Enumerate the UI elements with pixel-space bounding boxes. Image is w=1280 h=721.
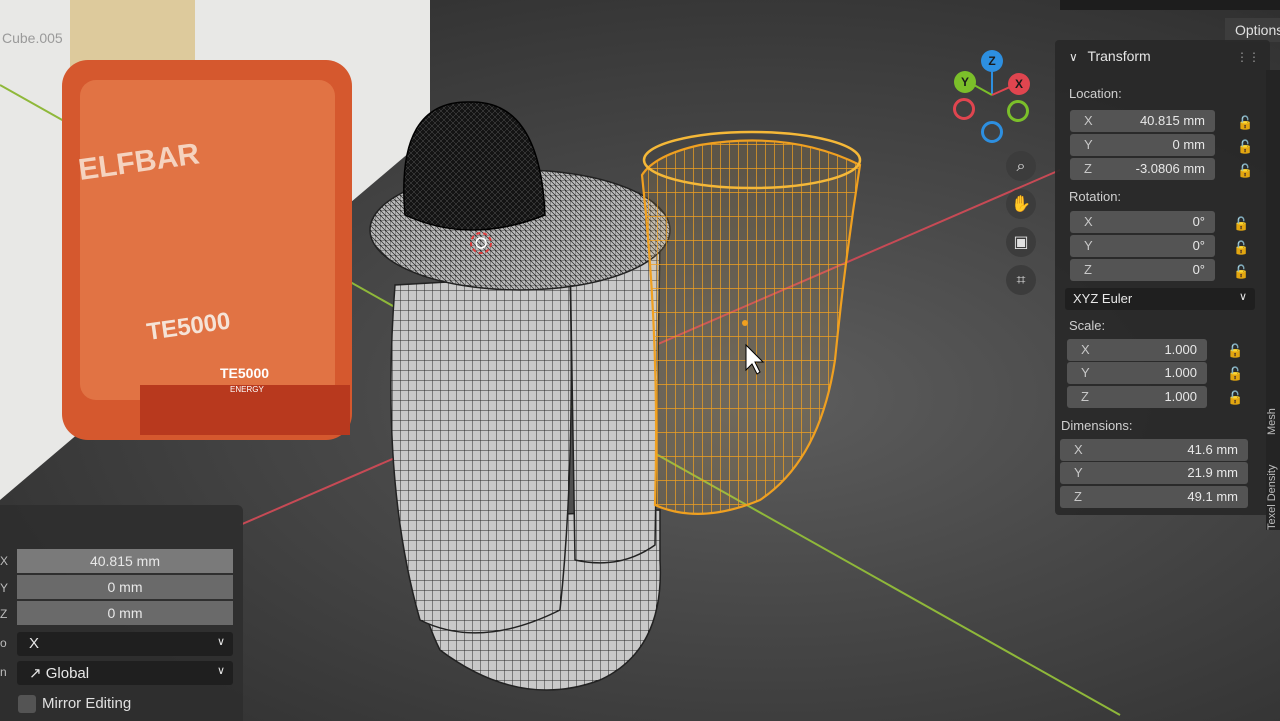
location-z-field[interactable]: Z -3.0806 mm (1070, 158, 1215, 180)
lock-icon[interactable]: 🔓 (1227, 366, 1243, 382)
field-value: 0° (1192, 262, 1205, 277)
field-value: 41.6 mm (1187, 442, 1238, 457)
lock-icon[interactable]: 🔓 (1237, 115, 1253, 131)
transform-header[interactable]: ∨ Transform (1069, 48, 1151, 64)
orientation-dropdown[interactable]: ↗︎ Global ∨ (17, 661, 233, 685)
location-y-field[interactable]: Y 0 mm (1070, 134, 1215, 156)
field-value: 0 mm (1172, 137, 1206, 152)
scale-x-field[interactable]: X 1.000 (1067, 339, 1207, 361)
axis-label: Z (1084, 161, 1092, 176)
field-value: 49.1 mm (1187, 489, 1238, 504)
rotation-label: Rotation: (1069, 189, 1122, 204)
rotation-z-field[interactable]: Z 0° (1070, 259, 1215, 281)
axis-label: Y (1081, 365, 1090, 380)
lock-icon[interactable]: 🔓 (1237, 163, 1253, 179)
redo-x-axis-label: X (0, 554, 9, 568)
selected-wireframe-object[interactable] (640, 130, 862, 515)
scale-y-field[interactable]: Y 1.000 (1067, 362, 1207, 384)
hand-icon[interactable]: ✋ (1006, 189, 1036, 219)
dropdown-value: X (29, 635, 40, 652)
dropdown-value: Global (45, 665, 90, 682)
gizmo-z-axis[interactable]: Z (981, 50, 1003, 72)
location-label: Location: (1069, 86, 1122, 101)
reference-device: ELFBAR TE5000 TE5000 ENERGY (62, 0, 352, 440)
scale-label: Scale: (1069, 318, 1106, 333)
lock-icon[interactable]: 🔓 (1227, 390, 1243, 406)
axis-label: X (1081, 342, 1090, 357)
gizmo-neg-z[interactable] (981, 121, 1003, 143)
chevron-down-icon: ∨ (1238, 291, 1247, 303)
axis-label: Y (1084, 137, 1093, 152)
axis-label: X (1084, 113, 1093, 128)
field-value: 21.9 mm (1187, 465, 1238, 480)
rotation-mode-dropdown[interactable]: XYZ Euler ∨ (1065, 288, 1255, 310)
grid-icon[interactable]: ⌗ (1006, 265, 1036, 295)
axis-label: Z (1084, 262, 1092, 277)
dimensions-x-field[interactable]: X 41.6 mm (1060, 439, 1248, 461)
field-value: 1.000 (1164, 365, 1197, 380)
axis-label: X (1074, 442, 1083, 457)
dimensions-z-field[interactable]: Z 49.1 mm (1060, 486, 1248, 508)
grip-icon[interactable]: ⋮⋮ (1236, 50, 1260, 64)
sidebar-tabs: Mesh Texel Density (1266, 70, 1280, 530)
orientation-label: n (0, 665, 7, 679)
chevron-down-icon: ∨ (216, 636, 225, 648)
location-x-field[interactable]: X 40.815 mm (1070, 110, 1215, 132)
tab-mesh[interactable]: Mesh (1266, 385, 1280, 435)
orientation-value-wrap: ↗︎ Global (29, 664, 89, 682)
field-value: 40.815 mm (1139, 113, 1205, 128)
rotation-x-field[interactable]: X 0° (1070, 211, 1215, 233)
field-value: 1.000 (1164, 342, 1197, 357)
redo-move-x-field[interactable]: 40.815 mm (17, 549, 233, 573)
chevron-down-icon: ∨ (216, 665, 225, 677)
gizmo-x-axis[interactable]: X (1008, 73, 1030, 95)
gizmo-neg-x[interactable] (953, 98, 975, 120)
tab-texel-density[interactable]: Texel Density (1266, 440, 1280, 530)
header-strip (1060, 0, 1280, 10)
gizmo-y-axis[interactable]: Y (954, 71, 976, 93)
zoom-icon[interactable]: ⌕ (1006, 151, 1036, 181)
redo-move-z-field[interactable]: 0 mm (17, 601, 233, 625)
dimensions-label: Dimensions: (1061, 418, 1133, 433)
dimensions-y-field[interactable]: Y 21.9 mm (1060, 462, 1248, 484)
lock-icon[interactable]: 🔓 (1233, 264, 1249, 280)
svg-text:ENERGY: ENERGY (230, 385, 264, 394)
axis-label: Z (1081, 389, 1089, 404)
svg-text:TE5000: TE5000 (220, 365, 269, 381)
options-button[interactable]: Options (1225, 18, 1280, 42)
redo-y-axis-label: Y (0, 581, 9, 595)
mirror-editing-checkbox[interactable] (18, 695, 36, 713)
axis-label: X (1084, 214, 1093, 229)
axis-label: Y (1084, 238, 1093, 253)
camera-icon[interactable]: ▣ (1006, 227, 1036, 257)
redo-z-axis-label: Z (0, 607, 8, 621)
redo-move-y-field[interactable]: 0 mm (17, 575, 233, 599)
lock-icon[interactable]: 🔓 (1237, 139, 1253, 155)
axis-label: Z (1074, 489, 1082, 504)
transform-orientation-icon: ↗︎ (29, 665, 46, 682)
lock-icon[interactable]: 🔓 (1227, 343, 1243, 359)
redo-last-panel: X Y Z 40.815 mm 0 mm 0 mm o X ∨ n ↗︎ Glo… (0, 505, 243, 721)
field-value: 0° (1192, 238, 1205, 253)
transform-panel: ∨ Transform ⋮⋮ Location: X 40.815 mm Y 0… (1055, 40, 1270, 515)
field-value: -3.0806 mm (1135, 161, 1205, 176)
constraint-axis-dropdown[interactable]: X ∨ (17, 632, 233, 656)
lock-icon[interactable]: 🔓 (1233, 216, 1249, 232)
lock-icon[interactable]: 🔓 (1233, 240, 1249, 256)
field-value: 1.000 (1164, 389, 1197, 404)
field-value: 0° (1192, 214, 1205, 229)
transform-title: Transform (1087, 48, 1151, 64)
axis-label: Y (1074, 465, 1083, 480)
rotation-y-field[interactable]: Y 0° (1070, 235, 1215, 257)
constraint-label: o (0, 636, 7, 650)
mesh-object[interactable] (369, 101, 671, 691)
dropdown-value: XYZ Euler (1073, 291, 1133, 306)
mirror-editing-label: Mirror Editing (42, 695, 132, 712)
gizmo-neg-y[interactable] (1007, 100, 1029, 122)
chevron-down-icon: ∨ (1069, 50, 1078, 64)
scale-z-field[interactable]: Z 1.000 (1067, 386, 1207, 408)
